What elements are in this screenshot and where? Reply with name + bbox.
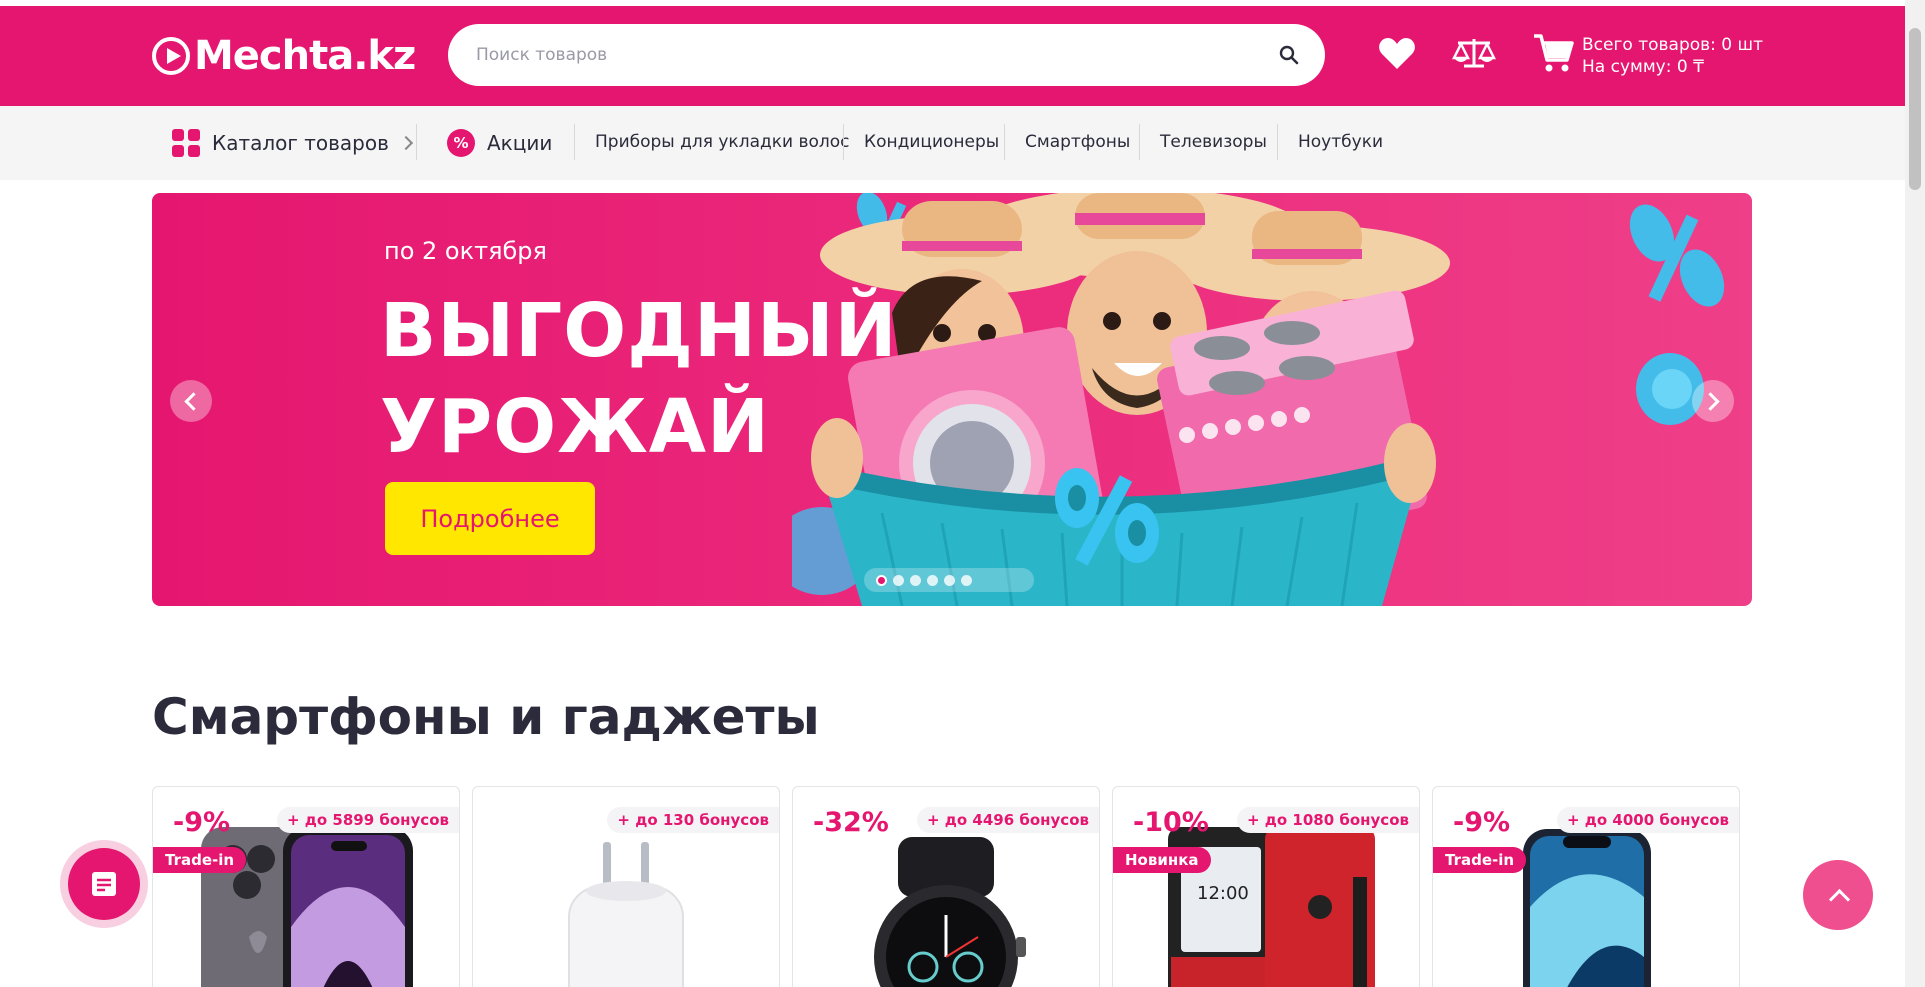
nav-link-air-conditioners[interactable]: Кондиционеры <box>864 132 999 152</box>
nav-divider <box>843 124 844 160</box>
nav-divider <box>1004 124 1005 160</box>
banner-title-line2: УРОЖАЙ <box>380 384 770 470</box>
search-input[interactable] <box>476 24 1236 86</box>
search-icon[interactable] <box>1279 45 1299 65</box>
category-nav: Каталог товаров % Акции Приборы для укла… <box>0 106 1905 180</box>
nav-divider <box>1277 124 1278 160</box>
bonus-label: + до 4000 бонусов <box>1556 807 1739 833</box>
cart-count: Всего товаров: 0 шт <box>1582 35 1763 55</box>
slide-dot[interactable] <box>910 574 921 586</box>
nav-link-hair-styling[interactable]: Приборы для укладки волос <box>595 132 850 152</box>
play-logo-icon <box>152 37 190 75</box>
nav-divider <box>1139 124 1140 160</box>
banner-prev-arrow-icon[interactable] <box>170 380 212 422</box>
scales-icon[interactable] <box>1452 36 1496 70</box>
search-box <box>448 24 1325 86</box>
site-header: Mechta.kz Всего товаров: 0 шт На сумму: … <box>0 6 1905 106</box>
cart-icon[interactable] <box>1532 32 1574 74</box>
banner-title: ВЫГОДНЫЙ УРОЖАЙ <box>380 283 898 475</box>
nav-link-tvs[interactable]: Телевизоры <box>1160 132 1267 152</box>
logo[interactable]: Mechta.kz <box>152 33 416 79</box>
new-tag: Новинка <box>1113 847 1211 873</box>
product-card[interactable]: -9% + до 4000 бонусов Trade-in <box>1432 786 1740 987</box>
banner-date: по 2 октября <box>384 237 547 265</box>
catalog-label: Каталог товаров <box>212 131 389 155</box>
chevron-up-icon[interactable] <box>1803 860 1873 930</box>
promo-label: Акции <box>487 131 553 155</box>
bonus-label: + до 5899 бонусов <box>276 807 459 833</box>
bonus-label: + до 130 бонусов <box>607 807 779 833</box>
scrollbar-thumb[interactable] <box>1909 28 1921 190</box>
chevron-right-icon <box>398 135 413 151</box>
chat-icon <box>92 872 116 896</box>
percent-icon: % <box>447 129 475 157</box>
slide-dot[interactable] <box>876 574 887 586</box>
banner-next-arrow-icon[interactable] <box>1692 380 1734 422</box>
section-title: Смартфоны и гаджеты <box>152 688 820 746</box>
product-card[interactable]: 12:00 -10% + до 1080 бонусов Новинка <box>1112 786 1420 987</box>
product-card[interactable]: -32% + до 4496 бонусов <box>792 786 1100 987</box>
catalog-grid-icon <box>172 129 200 157</box>
nav-divider <box>416 124 417 160</box>
trade-in-tag: Trade-in <box>1433 847 1527 873</box>
nav-link-smartphones[interactable]: Смартфоны <box>1025 132 1130 152</box>
catalog-button[interactable]: Каталог товаров <box>172 128 413 158</box>
cart-summary[interactable]: Всего товаров: 0 шт На сумму: 0 ₸ <box>1582 34 1763 78</box>
bonus-label: + до 4496 бонусов <box>916 807 1099 833</box>
slide-dot[interactable] <box>944 574 955 586</box>
discount-badge: -9% <box>173 807 231 838</box>
promo-button[interactable]: % Акции <box>447 128 552 158</box>
banner-details-button[interactable]: Подробнее <box>385 482 595 555</box>
logo-text: Mechta.kz <box>194 33 416 79</box>
page-scrollbar[interactable] <box>1905 0 1925 987</box>
bonus-label: + до 1080 бонусов <box>1236 807 1419 833</box>
discount-badge: -9% <box>1453 807 1511 838</box>
slide-dot[interactable] <box>927 574 938 586</box>
slide-dot[interactable] <box>893 574 904 586</box>
discount-badge: -10% <box>1133 807 1209 838</box>
trade-in-tag: Trade-in <box>153 847 247 873</box>
banner-pagination <box>864 568 1034 592</box>
chat-button[interactable] <box>60 840 148 928</box>
product-card[interactable]: + до 130 бонусов <box>472 786 780 987</box>
nav-divider <box>574 124 575 160</box>
cart-sum: На сумму: 0 ₸ <box>1582 57 1704 77</box>
banner-illustration <box>792 193 1725 606</box>
banner-title-line1: ВЫГОДНЫЙ <box>380 288 898 374</box>
promo-banner[interactable]: по 2 октября ВЫГОДНЫЙ УРОЖАЙ Подробнее <box>152 193 1752 606</box>
discount-badge: -32% <box>813 807 889 838</box>
nav-link-laptops[interactable]: Ноутбуки <box>1298 132 1383 152</box>
heart-icon[interactable] <box>1378 36 1416 70</box>
svg-text:12:00: 12:00 <box>1197 883 1249 904</box>
product-card[interactable]: -9% + до 5899 бонусов Trade-in <box>152 786 460 987</box>
slide-dot[interactable] <box>961 574 972 586</box>
